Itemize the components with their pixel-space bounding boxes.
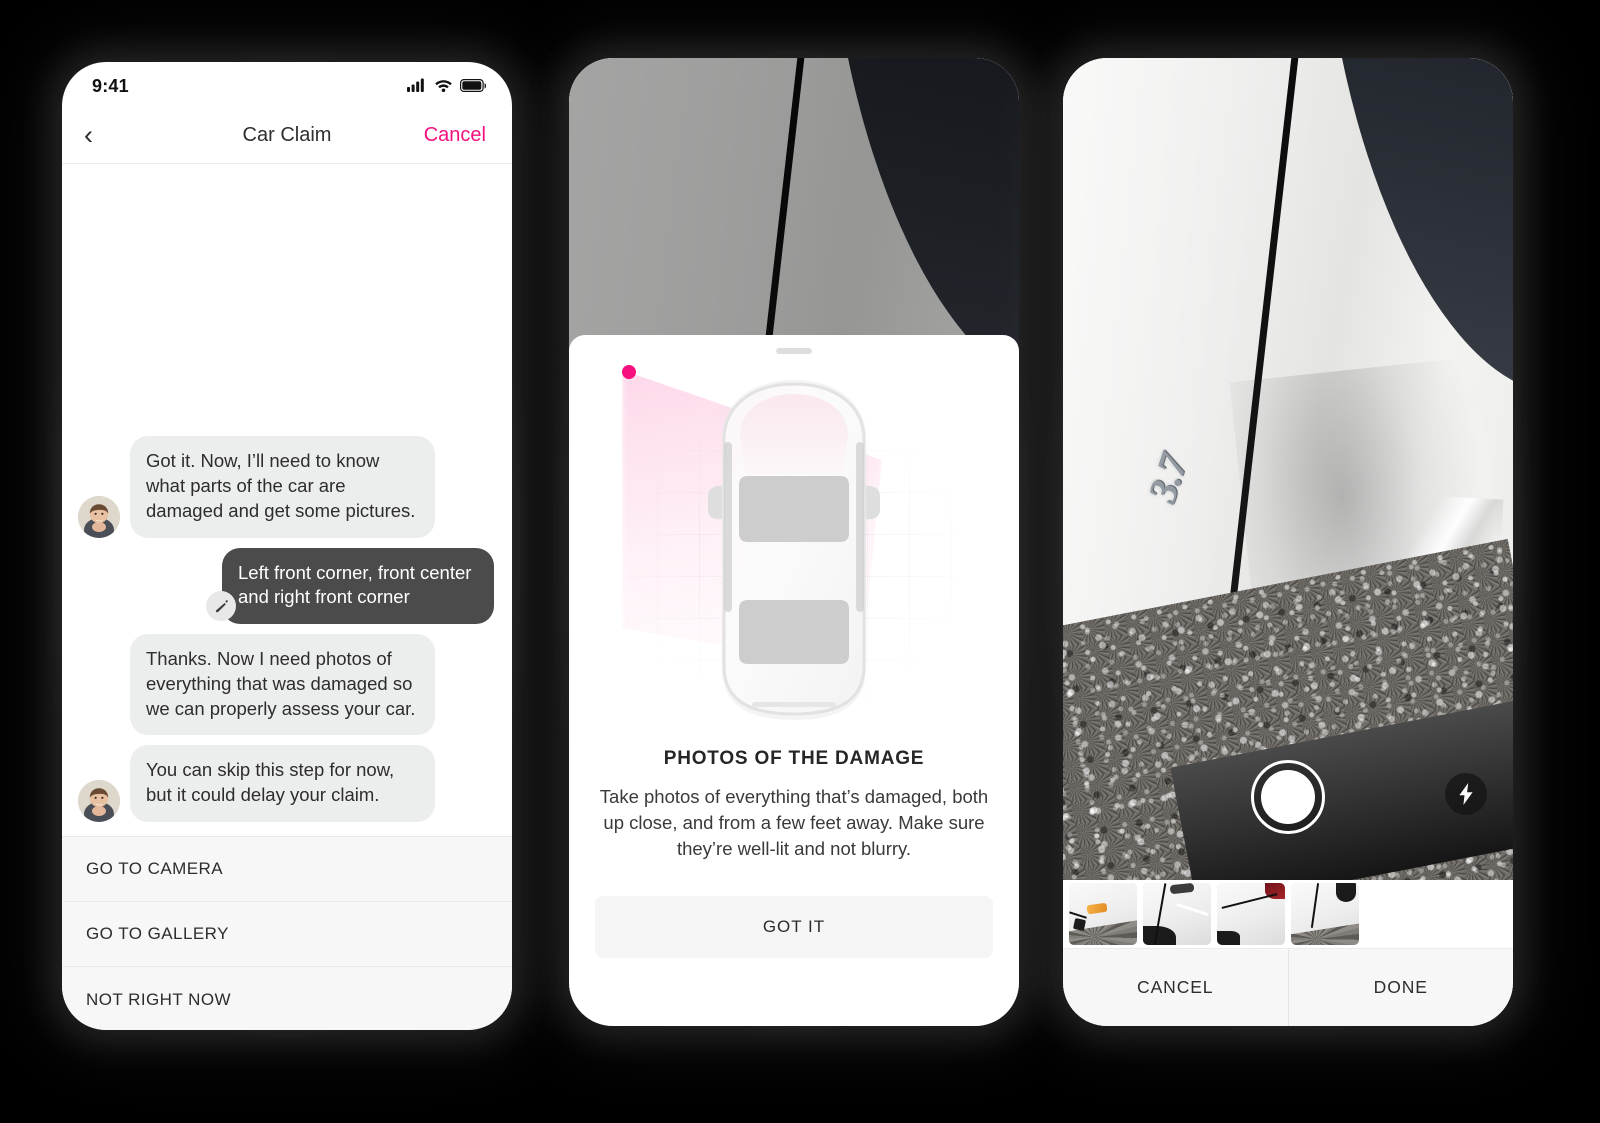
status-icon-group	[407, 76, 486, 92]
phone-instructions-screen: PHOTOS OF THE DAMAGE Take photos of ever…	[569, 58, 1019, 1026]
thumbnail-front-bumper-headlight-damage[interactable]	[1069, 883, 1137, 945]
agent-avatar	[78, 495, 120, 538]
chat-row-user: Left front corner, front center and righ…	[78, 547, 494, 625]
captured-thumbnails	[1063, 880, 1513, 948]
pencil-glyph	[215, 599, 228, 612]
status-time: 9:41	[92, 76, 129, 96]
chat-row-agent-2: Thanks. Now I need photos of everything …	[78, 634, 494, 736]
action-list: GO TO CAMERA GO TO GALLERY NOT RIGHT NOW	[62, 836, 512, 1030]
thumbnail-rear-quarter-scrape[interactable]	[1217, 883, 1285, 945]
action-go-to-gallery[interactable]: GO TO GALLERY	[62, 902, 512, 967]
nav-bar: ‹ Car Claim Cancel	[62, 108, 512, 164]
sheet-title: PHOTOS OF THE DAMAGE	[663, 748, 925, 769]
capture-action-bar: CANCEL DONE	[1063, 948, 1513, 1026]
left-front-corner-marker	[622, 365, 636, 379]
chat-transcript: Got it. Now, I’ll need to know what part…	[62, 164, 512, 836]
avatar-portrait	[78, 780, 120, 822]
flash-bolt-glyph	[1459, 783, 1473, 805]
chat-bubble-agent: Got it. Now, I’ll need to know what part…	[130, 436, 435, 538]
pencil-icon[interactable]	[206, 591, 236, 622]
car-top-view-icon	[708, 380, 880, 720]
screenshot-stage: 9:41 ‹ Car Claim Cancel Got it. Now, I’l…	[0, 0, 1600, 1123]
top-down-car-diagram	[595, 354, 993, 746]
got-it-button[interactable]: GOT IT	[595, 895, 993, 958]
battery-icon	[460, 78, 486, 92]
capture-done-button[interactable]: DONE	[1289, 949, 1514, 1026]
flash-bolt-icon[interactable]	[1445, 773, 1487, 815]
shutter-button[interactable]	[1251, 760, 1325, 834]
action-go-to-camera[interactable]: GO TO CAMERA	[62, 837, 512, 902]
phone-capture-screen: 3.7 CANCEL DONE	[1063, 58, 1513, 1026]
chat-bubble-user: Left front corner, front center and righ…	[222, 547, 494, 625]
bottom-sheet: PHOTOS OF THE DAMAGE Take photos of ever…	[569, 335, 1019, 1026]
chat-bubble-agent: You can skip this step for now, but it c…	[130, 745, 435, 822]
chat-row-agent-1: Got it. Now, I’ll need to know what part…	[78, 436, 494, 538]
chat-bubble-agent: Thanks. Now I need photos of everything …	[130, 634, 435, 736]
avatar-portrait	[78, 495, 120, 538]
shutter-inner-circle	[1261, 770, 1315, 824]
thumbnail-side-panel-dent[interactable]	[1291, 883, 1359, 945]
wifi-icon	[435, 80, 452, 92]
agent-avatar	[78, 780, 120, 822]
cancel-button[interactable]: Cancel	[424, 124, 486, 147]
action-not-right-now[interactable]: NOT RIGHT NOW	[62, 967, 512, 1030]
sheet-body-text: Take photos of everything that’s damaged…	[599, 786, 989, 859]
thumbnail-creased-hood-panel[interactable]	[1143, 883, 1211, 945]
phone-chat-screen: 9:41 ‹ Car Claim Cancel Got it. Now, I’l…	[62, 62, 512, 1030]
cellular-signal-icon	[407, 78, 424, 92]
status-bar: 9:41	[62, 62, 512, 108]
chat-row-agent-3: You can skip this step for now, but it c…	[78, 745, 494, 822]
capture-cancel-button[interactable]: CANCEL	[1063, 949, 1288, 1026]
